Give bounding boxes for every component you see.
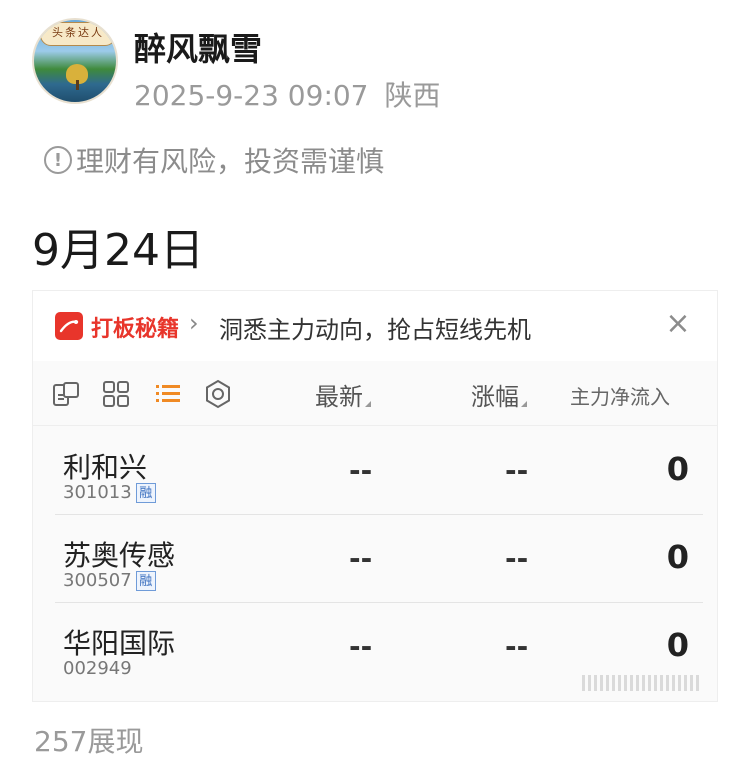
column-main-flow-label: 主力净流入: [570, 385, 670, 409]
close-icon[interactable]: ×: [661, 307, 695, 341]
watermark: [582, 675, 702, 691]
column-latest-label: 最新: [315, 383, 363, 411]
stock-toolbar: 最新 涨幅 主力净流入: [33, 361, 717, 426]
stock-change: --: [505, 542, 529, 575]
stock-code: 301013: [63, 482, 132, 503]
column-change[interactable]: 涨幅: [471, 377, 527, 412]
post-meta: 2025-9-23 09:07 陕西: [134, 74, 441, 114]
stock-row[interactable]: 利和兴 301013 融 -- -- 0: [33, 426, 717, 514]
stock-latest: --: [349, 454, 373, 487]
margin-tag: 融: [135, 483, 156, 503]
risk-warning-text: 理财有风险，投资需谨慎: [76, 145, 385, 178]
brand-logo-icon: [55, 312, 83, 340]
stock-change: --: [505, 454, 529, 487]
stock-code: 300507: [63, 570, 132, 591]
author-name[interactable]: 醉风飘雪: [134, 24, 262, 70]
risk-warning: ! 理财有风险，投资需谨慎: [44, 140, 384, 180]
avatar[interactable]: 头条达人: [32, 18, 118, 104]
stock-main-flow: 0: [666, 450, 689, 488]
stock-list: 利和兴 301013 融 -- -- 0 苏奥传感 300507 融 -- -- 0…: [33, 426, 717, 690]
avatar-badge: 头条达人: [40, 22, 116, 46]
stock-widget-card: 打板秘籍 › 洞悉主力动向，抢占短线先机 × 最新 涨幅 主力净流入 利和兴 3…: [32, 290, 718, 702]
stock-code-line: 300507 融: [63, 570, 156, 591]
sort-icon: [521, 401, 527, 407]
post-location: 陕西: [384, 79, 441, 112]
banner-slogan: 洞悉主力动向，抢占短线先机: [219, 316, 531, 344]
stock-change: --: [505, 630, 529, 663]
info-circle-icon: !: [44, 146, 72, 174]
stock-latest: --: [349, 542, 373, 575]
view-count: 257展现: [34, 725, 144, 758]
stock-code-line: 002949: [63, 658, 132, 679]
stock-code-line: 301013 融: [63, 482, 156, 503]
copy-panel-icon[interactable]: [51, 379, 81, 409]
post-date-heading: 9月24日: [32, 225, 204, 276]
stock-row[interactable]: 苏奥传感 300507 融 -- -- 0: [33, 514, 717, 602]
column-latest[interactable]: 最新: [315, 377, 371, 412]
stock-name: 利和兴: [63, 451, 148, 484]
post-timestamp: 2025-9-23 09:07: [134, 79, 369, 112]
brand-name: 打板秘籍: [91, 317, 180, 342]
stock-main-flow: 0: [666, 626, 689, 664]
settings-hexagon-icon[interactable]: [203, 379, 233, 409]
stock-name: 华阳国际: [63, 627, 176, 660]
avatar-trunk-graphic: [76, 80, 79, 90]
list-icon[interactable]: [153, 379, 183, 409]
chevron-right-icon: ›: [189, 309, 199, 337]
sort-icon: [365, 401, 371, 407]
margin-tag: 融: [135, 571, 156, 591]
column-main-flow[interactable]: 主力净流入: [570, 381, 670, 410]
stock-name: 苏奥传感: [63, 539, 176, 572]
stock-code: 002949: [63, 658, 132, 679]
promo-banner[interactable]: 打板秘籍 › 洞悉主力动向，抢占短线先机 ×: [33, 291, 717, 362]
grid-icon[interactable]: [101, 379, 131, 409]
column-change-label: 涨幅: [471, 383, 519, 411]
stock-main-flow: 0: [666, 538, 689, 576]
stock-latest: --: [349, 630, 373, 663]
